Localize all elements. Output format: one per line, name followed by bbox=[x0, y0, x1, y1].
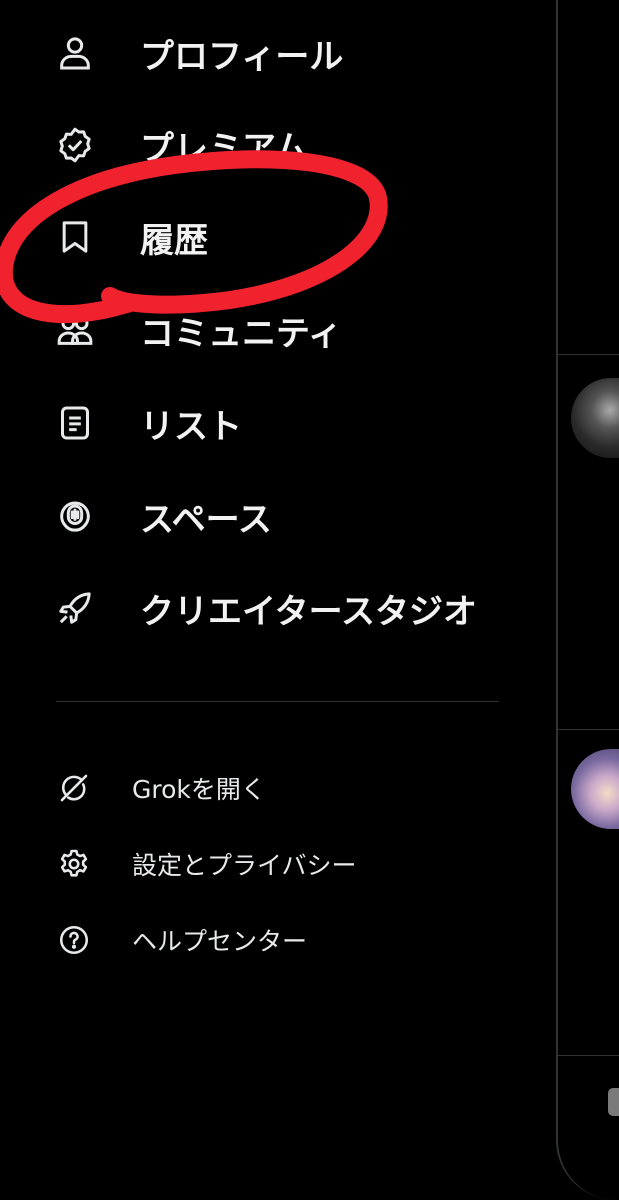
drawer-item-help-center[interactable]: ヘルプセンター bbox=[54, 918, 484, 962]
list-icon bbox=[52, 400, 98, 446]
drawer-item-grok[interactable]: Grokを開く bbox=[54, 766, 484, 810]
drawer-item-lists[interactable]: リスト bbox=[52, 393, 512, 453]
timeline-divider bbox=[558, 354, 619, 355]
drawer-item-history[interactable]: 履歴 bbox=[52, 207, 512, 267]
drawer-item-label: コミュニティ bbox=[140, 313, 342, 354]
drawer-item-label: Grokを開く bbox=[132, 775, 266, 804]
drawer-item-creator-studio[interactable]: クリエイタースタジオ bbox=[52, 578, 512, 638]
app-screen: プロフィール プレミアム 履歴 コミュニティ リスト スペース クリエイタースタ… bbox=[0, 0, 619, 1200]
timeline-panel[interactable] bbox=[556, 0, 619, 1200]
drawer-item-label: ヘルプセンター bbox=[132, 927, 308, 956]
bookmark-icon bbox=[52, 214, 98, 260]
communities-icon bbox=[52, 307, 98, 353]
drawer-item-label: プレミアム bbox=[140, 128, 308, 169]
gear-icon bbox=[54, 844, 94, 884]
drawer-item-label: 履歴 bbox=[140, 220, 208, 261]
drawer-item-label: クリエイタースタジオ bbox=[140, 591, 477, 632]
timeline-divider bbox=[558, 1055, 619, 1056]
compose-button-edge[interactable] bbox=[608, 1088, 619, 1116]
drawer-item-settings[interactable]: 設定とプライバシー bbox=[54, 842, 484, 886]
verified-badge-icon bbox=[52, 122, 98, 168]
grok-icon bbox=[54, 768, 94, 808]
drawer-item-label: スペース bbox=[140, 499, 272, 540]
drawer-item-label: プロフィール bbox=[140, 36, 344, 77]
drawer-item-communities[interactable]: コミュニティ bbox=[52, 300, 512, 360]
help-icon bbox=[54, 920, 94, 960]
drawer-divider bbox=[56, 701, 499, 702]
rocket-icon bbox=[52, 585, 98, 631]
drawer-item-spaces[interactable]: スペース bbox=[52, 486, 512, 546]
spaces-mic-icon bbox=[52, 493, 98, 539]
drawer-item-premium[interactable]: プレミアム bbox=[52, 115, 512, 175]
person-icon bbox=[52, 30, 98, 76]
drawer-item-label: リスト bbox=[140, 406, 242, 447]
timeline-divider bbox=[558, 729, 619, 730]
drawer-item-profile[interactable]: プロフィール bbox=[52, 23, 512, 83]
navigation-drawer: プロフィール プレミアム 履歴 コミュニティ リスト スペース クリエイタースタ… bbox=[0, 0, 556, 1200]
drawer-item-label: 設定とプライバシー bbox=[132, 851, 357, 880]
